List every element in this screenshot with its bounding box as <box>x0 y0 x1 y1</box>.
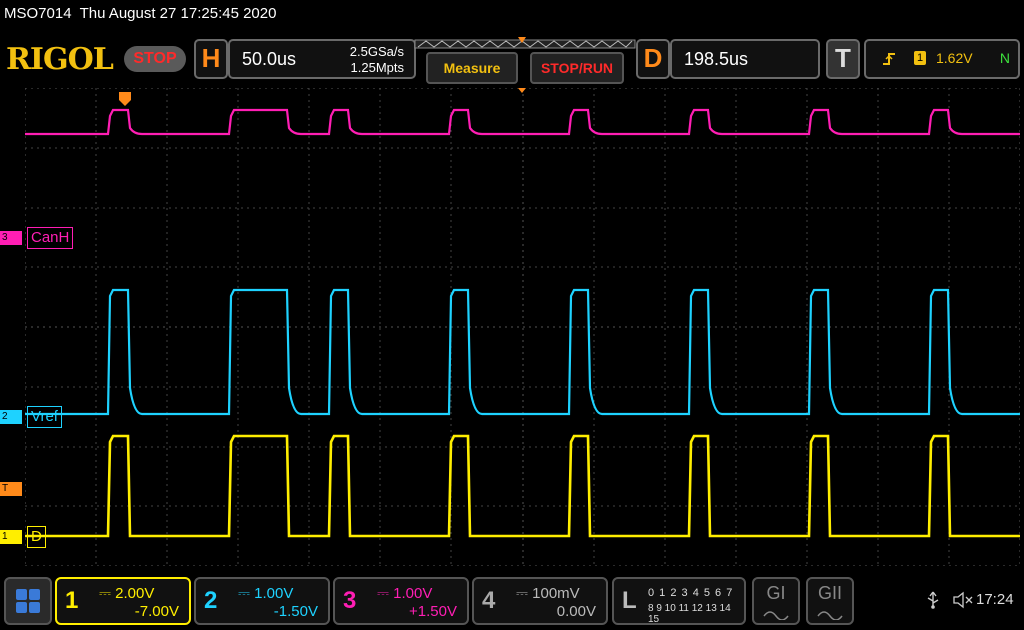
horizontal-panel[interactable]: 50.0us 2.5GSa/s 1.25Mpts <box>228 39 416 79</box>
channel-2-scale: ⎓ 1.00V <box>238 585 293 602</box>
trigger-menu-button[interactable]: T <box>826 39 860 79</box>
channel-3-offset: +1.50V <box>409 603 457 620</box>
dc-coupling-icon: ⎓ <box>238 585 255 602</box>
sample-rate: 2.5GSa/s <box>349 44 404 59</box>
bottom-bar: 1 ⎓ 2.00V -7.00V 2 ⎓ 1.00V -1.50V 3 ⎓ 1.… <box>0 574 1024 630</box>
delay-panel[interactable]: 198.5us <box>670 39 820 79</box>
top-toolbar: RIGOL STOP H 50.0us 2.5GSa/s 1.25Mpts Me… <box>0 36 1024 84</box>
channel-2-label[interactable]: Vref <box>27 406 62 428</box>
system-clock: 17:24 <box>976 591 1014 608</box>
channel-3-number: 3 <box>343 587 357 614</box>
digital-channels-row-1: 0 1 2 3 4 5 6 7 <box>648 587 734 599</box>
apps-grid-icon <box>16 589 40 613</box>
channel-4-scale-value: 100mV <box>532 585 580 602</box>
delay-menu-button[interactable]: D <box>636 39 670 79</box>
generator-1-label: GI <box>766 583 786 603</box>
digital-channels-row-2: 8 9 10 11 12 13 14 15 <box>648 603 731 625</box>
center-position-marker <box>518 88 526 93</box>
delay-value: 198.5us <box>684 49 749 69</box>
sine-wave-icon <box>817 611 843 621</box>
channel-3-label[interactable]: CanH <box>27 227 74 249</box>
model-name: MSO7014 <box>4 5 72 22</box>
edge-rising-icon <box>883 53 895 65</box>
waveform-display[interactable] <box>25 88 1020 566</box>
trigger-panel[interactable]: 1 1.62V N <box>864 39 1020 79</box>
channel-4-offset: 0.00V <box>556 603 596 620</box>
generator-1-button[interactable]: GI <box>752 577 800 625</box>
sine-wave-icon <box>763 611 789 621</box>
channel-1-scale-value: 2.00V <box>115 585 155 602</box>
logic-analyzer-letter: L <box>622 587 637 614</box>
trigger-level: 1.62V <box>936 50 973 66</box>
channel-1-label[interactable]: D <box>27 526 46 548</box>
channel-4-number: 4 <box>482 587 496 614</box>
title-line: MSO7014 Thu August 27 17:25:45 2020 <box>4 5 276 22</box>
brand-logo: RIGOL <box>6 42 114 77</box>
memory-position-bar[interactable] <box>414 37 636 51</box>
timebase-value: 50.0us <box>242 49 297 69</box>
run-state-badge[interactable]: STOP <box>124 46 186 72</box>
channel-2-offset-marker[interactable]: 2 <box>0 410 22 424</box>
trigger-position-marker[interactable] <box>119 92 131 106</box>
usb-icon <box>927 591 939 609</box>
logic-analyzer-settings[interactable]: L 0 1 2 3 4 5 6 7 8 9 10 11 12 13 14 15 <box>612 577 746 625</box>
dc-coupling-icon: ⎓ <box>377 585 394 602</box>
horizontal-menu-button[interactable]: H <box>194 39 228 79</box>
channel-2-number: 2 <box>204 587 218 614</box>
channel-2-settings[interactable]: 2 ⎓ 1.00V -1.50V <box>194 577 330 625</box>
channel-2-scale-value: 1.00V <box>254 585 294 602</box>
channel-4-scale: ⎓ 100mV <box>516 585 580 602</box>
channel-4-settings[interactable]: 4 ⎓ 100mV 0.00V <box>472 577 608 625</box>
channel-1-scale: ⎓ 2.00V <box>99 585 154 602</box>
generator-2-button[interactable]: GII <box>806 577 854 625</box>
channel-1-offset: -7.00V <box>134 603 179 620</box>
measure-button[interactable]: Measure <box>426 52 518 84</box>
trigger-mode: N <box>999 50 1010 66</box>
memory-depth: 1.25Mpts <box>350 60 404 75</box>
channel-3-settings[interactable]: 3 ⎓ 1.00V +1.50V <box>333 577 469 625</box>
generator-2-label: GII <box>817 583 842 603</box>
trigger-level-marker[interactable]: T <box>0 482 22 496</box>
dc-coupling-icon: ⎓ <box>99 585 116 602</box>
channel-3-offset-marker[interactable]: 3 <box>0 231 22 245</box>
channel-3-scale: ⎓ 1.00V <box>377 585 432 602</box>
stop-run-button[interactable]: STOP/RUN <box>530 52 624 84</box>
datetime: Thu August 27 17:25:45 2020 <box>79 5 277 22</box>
navigation-button[interactable] <box>4 577 52 625</box>
dc-coupling-icon: ⎓ <box>516 585 533 602</box>
channel-1-number: 1 <box>65 587 79 614</box>
trigger-source-badge: 1 <box>914 51 926 65</box>
channel-1-offset-marker[interactable]: 1 <box>0 530 22 544</box>
channel-3-scale-value: 1.00V <box>393 585 433 602</box>
channel-1-settings[interactable]: 1 ⎓ 2.00V -7.00V <box>55 577 191 625</box>
channel-2-offset: -1.50V <box>273 603 318 620</box>
speaker-muted-icon[interactable] <box>952 590 974 610</box>
